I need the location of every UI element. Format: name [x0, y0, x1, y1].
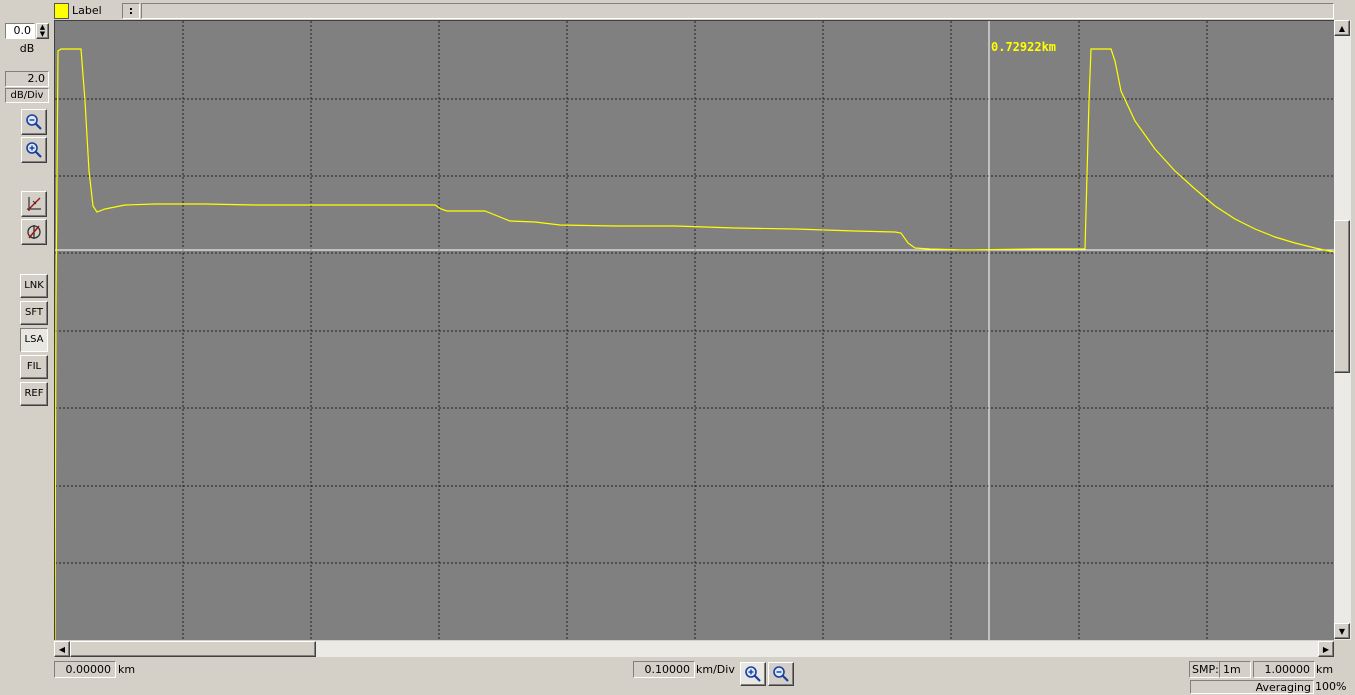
- horizontal-scroll-thumb[interactable]: [70, 641, 316, 657]
- label-color-swatch[interactable]: [54, 3, 69, 19]
- km-per-div-input[interactable]: 0.10000: [633, 661, 695, 678]
- start-distance-input[interactable]: 0.00000: [54, 661, 116, 678]
- db-per-div-unit: dB/Div: [5, 88, 49, 103]
- horizontal-zoom-in-button[interactable]: [740, 662, 766, 686]
- arrow-right-icon: ▶: [1322, 644, 1330, 654]
- cursor-distance-label: 0.72922km: [991, 40, 1057, 54]
- trace-plot[interactable]: [54, 20, 1334, 640]
- zoom-out-icon: [26, 114, 42, 130]
- sft-button[interactable]: SFT: [20, 301, 48, 325]
- sampling-value: 1m: [1219, 661, 1251, 678]
- cursor-reset-icon: [27, 225, 41, 239]
- range-input[interactable]: 1.00000: [1253, 661, 1315, 678]
- vertical-zoom-out-button[interactable]: [21, 109, 47, 135]
- scroll-right-button[interactable]: ▶: [1318, 641, 1334, 657]
- scroll-down-button[interactable]: ▼: [1334, 623, 1350, 639]
- label-input[interactable]: [141, 3, 1334, 19]
- scroll-up-button[interactable]: ▲: [1334, 20, 1350, 36]
- zoom-out-icon: [773, 666, 789, 682]
- arrow-up-icon: ▲: [1338, 23, 1346, 33]
- db-unit-label: dB: [19, 42, 35, 55]
- db-per-div-input[interactable]: 2.0: [5, 71, 49, 87]
- trace-canvas[interactable]: [55, 21, 1334, 640]
- vertical-scroll-thumb[interactable]: [1334, 220, 1350, 373]
- arrow-down-icon: ▼: [1338, 626, 1346, 636]
- horizontal-scrollbar[interactable]: ◀ ▶: [54, 641, 1334, 657]
- plot-grid: [55, 21, 1334, 640]
- auto-scale-button[interactable]: [21, 191, 47, 217]
- vertical-scrollbar[interactable]: ▲ ▼: [1334, 20, 1351, 640]
- start-distance-unit: km: [118, 663, 136, 676]
- ref-button[interactable]: REF: [20, 382, 48, 406]
- spin-down-icon[interactable]: ▼: [37, 31, 48, 38]
- db-offset-input[interactable]: 0.0: [5, 23, 35, 39]
- zoom-in-icon: [26, 142, 42, 158]
- horizontal-zoom-out-button[interactable]: [768, 662, 794, 686]
- zoom-in-icon: [745, 666, 761, 682]
- vertical-zoom-in-button[interactable]: [21, 137, 47, 163]
- sampling-label: SMP:: [1189, 661, 1221, 678]
- arrow-left-icon: ◀: [58, 644, 66, 654]
- range-unit: km: [1316, 663, 1334, 676]
- km-per-div-unit: km/Div: [696, 663, 735, 676]
- db-offset-spinner[interactable]: ▲ ▼: [36, 23, 49, 39]
- lsa-button[interactable]: LSA: [20, 328, 48, 352]
- fil-button[interactable]: FIL: [20, 355, 48, 379]
- label-separator: :: [122, 3, 140, 19]
- lnk-button[interactable]: LNK: [20, 274, 48, 298]
- label-caption: Label: [72, 4, 102, 17]
- auto-scale-icon: [27, 197, 41, 211]
- scroll-left-button[interactable]: ◀: [54, 641, 70, 657]
- cursor-reset-button[interactable]: [21, 219, 47, 245]
